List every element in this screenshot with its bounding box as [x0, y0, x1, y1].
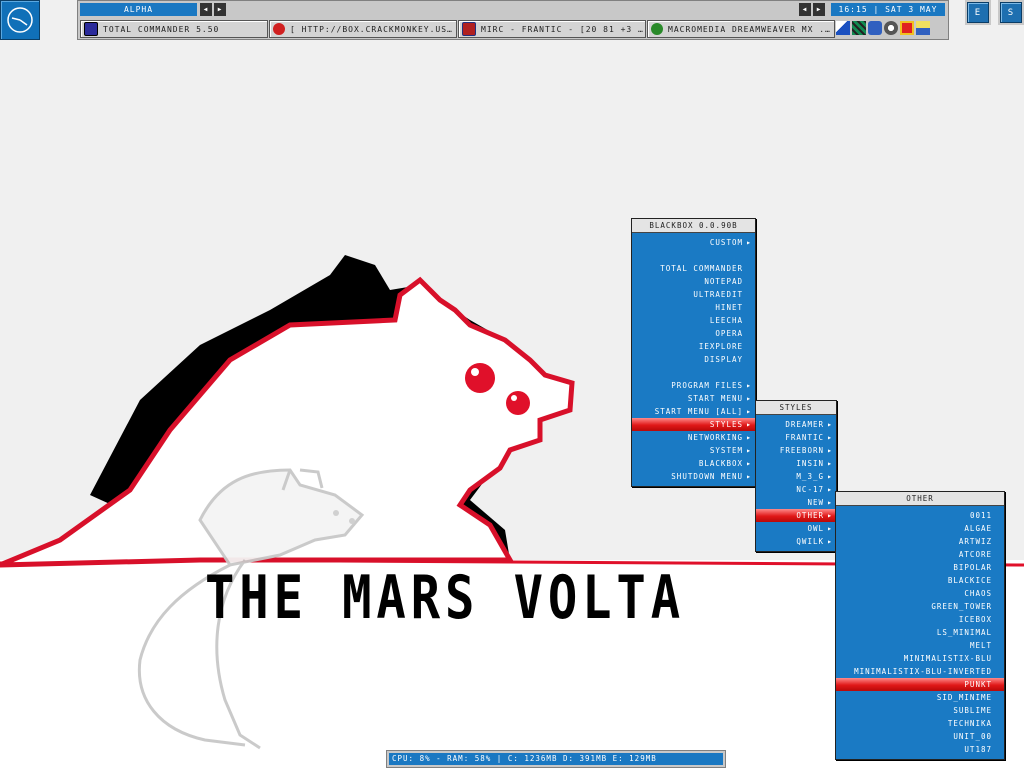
menu-separator	[632, 366, 755, 379]
creature-eye-left	[465, 363, 495, 393]
menu-item-style[interactable]: UT187	[836, 743, 1004, 756]
opera-icon	[273, 23, 285, 35]
blackbox-root-menu: BLACKBOX 0.0.90B CUSTOM TOTAL COMMANDER …	[631, 218, 756, 487]
bird-icon[interactable]	[836, 21, 850, 35]
taskbar-item-dreamweaver[interactable]: MACROMEDIA DREAMWEAVER MX ...	[647, 20, 835, 38]
menu-item-styles[interactable]: STYLES	[632, 418, 755, 431]
menu-item-insin[interactable]: INSIN	[756, 457, 836, 470]
menu-item-style-punkt[interactable]: PUNKT	[836, 678, 1004, 691]
workspace-prev-button[interactable]: ◀	[200, 3, 212, 16]
menu-item-owl[interactable]: OWL	[756, 522, 836, 535]
mirc-icon	[462, 22, 476, 36]
menu-item-start-menu[interactable]: START MENU	[632, 392, 755, 405]
volume-icon[interactable]	[884, 21, 898, 35]
wallpaper-title: THE MARS VOLTA	[205, 563, 685, 633]
menu-item-nc17[interactable]: NC-17	[756, 483, 836, 496]
menu-item-style[interactable]: GREEN_TOWER	[836, 600, 1004, 613]
menu-item-style[interactable]: ALGAE	[836, 522, 1004, 535]
menu-title: STYLES	[756, 401, 836, 415]
menu-item-ultraedit[interactable]: ULTRAEDIT	[632, 288, 755, 301]
menu-item-dreamer[interactable]: DREAMER	[756, 418, 836, 431]
menu-item-display[interactable]: DISPLAY	[632, 353, 755, 366]
menu-items: 0011 ALGAE ARTWIZ ATCORE BIPOLAR BLACKIC…	[836, 506, 1004, 759]
menu-item-custom[interactable]: CUSTOM	[632, 236, 755, 249]
menu-item-style[interactable]: BLACKICE	[836, 574, 1004, 587]
taskbar-item-browser[interactable]: [ HTTP://BOX.CRACKMONKEY.US/...	[269, 20, 457, 38]
menu-item-start-menu-all[interactable]: START MENU [ALL]	[632, 405, 755, 418]
taskbar-item-mirc[interactable]: MIRC - FRANTIC - [20 81 +3 0...	[458, 20, 646, 38]
menu-item-style[interactable]: UNIT_00	[836, 730, 1004, 743]
menu-item-opera[interactable]: OPERA	[632, 327, 755, 340]
menu-item-qwilk[interactable]: QWILK	[756, 535, 836, 548]
network-icon[interactable]	[852, 21, 866, 35]
menu-item-style[interactable]: ICEBOX	[836, 613, 1004, 626]
window-next-button[interactable]: ▶	[813, 3, 825, 16]
workspace-e-button[interactable]: E	[967, 2, 989, 23]
styles-submenu: STYLES DREAMER FRANTIC FREEBORN INSIN M_…	[755, 400, 837, 552]
clock-icon	[7, 7, 33, 33]
menu-item-style[interactable]: MINIMALISTIX-BLU-INVERTED	[836, 665, 1004, 678]
window-prev-button[interactable]: ◀	[799, 3, 811, 16]
menu-item-blackbox[interactable]: BLACKBOX	[632, 457, 755, 470]
menu-item-style[interactable]: CHAOS	[836, 587, 1004, 600]
creature-eye-right	[506, 391, 530, 415]
menu-title: OTHER	[836, 492, 1004, 506]
menu-item-style[interactable]: LS_MINIMAL	[836, 626, 1004, 639]
workspace-s-button[interactable]: S	[1000, 2, 1022, 23]
toolbar: ALPHA ◀ ▶ ◀ ▶ 16:15 | SAT 3 MAY TOTAL CO…	[77, 0, 949, 40]
menu-title: BLACKBOX 0.0.90B	[632, 219, 755, 233]
folder-icon[interactable]	[916, 21, 930, 35]
other-submenu: OTHER 0011 ALGAE ARTWIZ ATCORE BIPOLAR B…	[835, 491, 1005, 760]
menu-item-iexplore[interactable]: IEXPLORE	[632, 340, 755, 353]
menu-item-frantic[interactable]: FRANTIC	[756, 431, 836, 444]
menu-items: DREAMER FRANTIC FREEBORN INSIN M_3_G NC-…	[756, 415, 836, 551]
menu-separator	[632, 249, 755, 262]
menu-item-hinet[interactable]: HINET	[632, 301, 755, 314]
menu-item-other[interactable]: OTHER	[756, 509, 836, 522]
clock-display: 16:15 | SAT 3 MAY	[831, 3, 945, 16]
menu-item-style[interactable]: 0011	[836, 509, 1004, 522]
menu-item-style[interactable]: MINIMALISTIX-BLU	[836, 652, 1004, 665]
menu-item-notepad[interactable]: NOTEPAD	[632, 275, 755, 288]
taskbar-item-total-commander[interactable]: TOTAL COMMANDER 5.50	[80, 20, 268, 38]
menu-item-m3g[interactable]: M_3_G	[756, 470, 836, 483]
menu-item-total-commander[interactable]: TOTAL COMMANDER	[632, 262, 755, 275]
menu-item-style[interactable]: BIPOLAR	[836, 561, 1004, 574]
menu-item-style[interactable]: SUBLIME	[836, 704, 1004, 717]
slit-clock-button[interactable]	[0, 0, 40, 40]
menu-item-system[interactable]: SYSTEM	[632, 444, 755, 457]
system-tray	[836, 20, 944, 36]
system-monitor-text: CPU: 8% - RAM: 58% | C: 1236MB D: 391MB …	[389, 753, 723, 765]
menu-item-networking[interactable]: NETWORKING	[632, 431, 755, 444]
dreamweaver-icon	[651, 23, 663, 35]
menu-item-style[interactable]: MELT	[836, 639, 1004, 652]
menu-item-style[interactable]: ARTWIZ	[836, 535, 1004, 548]
system-monitor-bar: CPU: 8% - RAM: 58% | C: 1236MB D: 391MB …	[386, 750, 726, 768]
workspace-label[interactable]: ALPHA	[80, 3, 197, 16]
menu-items: CUSTOM TOTAL COMMANDER NOTEPAD ULTRAEDIT…	[632, 233, 755, 486]
menu-item-leecha[interactable]: LEECHA	[632, 314, 755, 327]
monitor-icon[interactable]	[868, 21, 882, 35]
menu-item-shutdown-menu[interactable]: SHUTDOWN MENU	[632, 470, 755, 483]
menu-item-style[interactable]: ATCORE	[836, 548, 1004, 561]
workspace-next-button[interactable]: ▶	[214, 3, 226, 16]
menu-item-style[interactable]: TECHNIKA	[836, 717, 1004, 730]
menu-item-style[interactable]: SID_MINIME	[836, 691, 1004, 704]
menu-item-freeborn[interactable]: FREEBORN	[756, 444, 836, 457]
floppy-icon	[84, 22, 98, 36]
menu-item-program-files[interactable]: PROGRAM FILES	[632, 379, 755, 392]
color-icon[interactable]	[900, 21, 914, 35]
menu-item-new[interactable]: NEW	[756, 496, 836, 509]
